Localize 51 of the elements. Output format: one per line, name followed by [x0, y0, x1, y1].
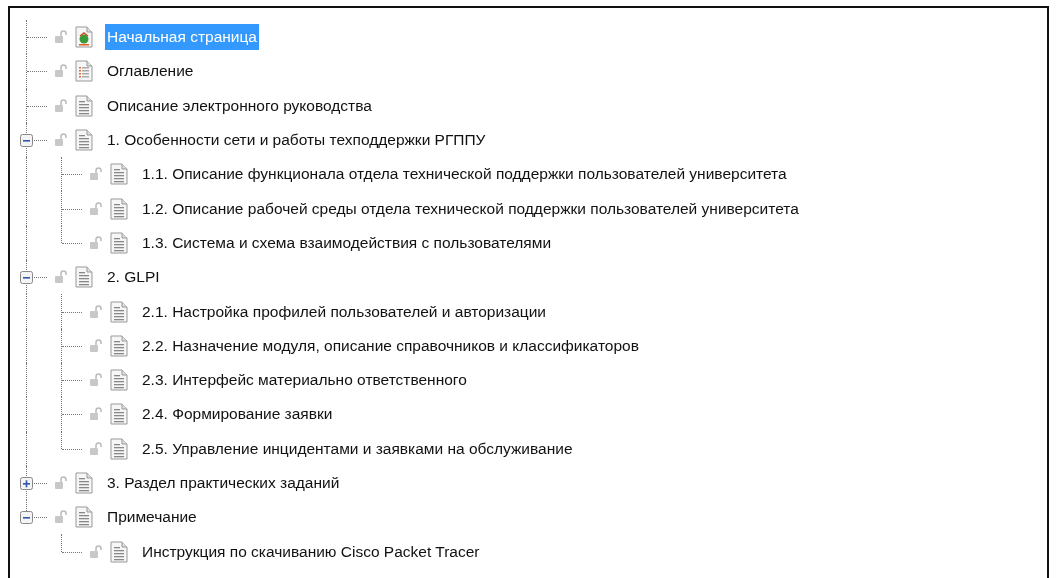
padlock-icon	[54, 510, 68, 525]
tree-item[interactable]: 2.3. Интерфейс материально ответственного	[140, 367, 469, 394]
document-icon	[74, 266, 94, 289]
padlock-icon	[89, 544, 103, 559]
padlock-icon	[54, 30, 68, 45]
tree-item[interactable]: 2.2. Назначение модуля, описание справочников и классификаторов	[140, 332, 641, 359]
padlock-icon	[89, 201, 103, 216]
document-icon	[109, 540, 129, 563]
padlock-icon	[89, 373, 103, 388]
tree-item[interactable]: 1.1. Описание функционала отдела технической поддержки пользователей университета	[140, 161, 789, 188]
tree-item[interactable]: Инструкция по скачиванию Cisco Packet Tracer	[140, 538, 482, 565]
document-icon	[74, 94, 94, 117]
expand-icon[interactable]	[20, 477, 33, 490]
tree-item[interactable]: Описание электронного руководства	[105, 92, 374, 119]
tree-item[interactable]: 1. Особенности сети и работы техподдержки РГППУ	[105, 127, 488, 154]
padlock-icon	[54, 98, 68, 113]
collapse-icon[interactable]	[20, 134, 33, 148]
tree-item[interactable]: 2.5. Управление инцидентами и заявками на обслуживание	[140, 435, 575, 462]
collapse-icon[interactable]	[20, 271, 33, 285]
padlock-icon	[54, 476, 68, 490]
tree-item[interactable]: 2.4. Формирование заявки	[140, 401, 335, 428]
padlock-icon	[89, 304, 103, 319]
collapse-icon[interactable]	[20, 511, 33, 525]
tree-item[interactable]: 1.2. Описание рабочей среды отдела технической поддержки пользователей университета	[140, 195, 801, 222]
document-icon	[74, 506, 94, 529]
contents-page-icon	[74, 60, 94, 83]
padlock-icon	[89, 441, 103, 456]
document-icon	[109, 369, 129, 392]
tree-item[interactable]: 3. Раздел практических заданий	[105, 470, 342, 496]
document-icon	[74, 129, 94, 152]
padlock-icon	[54, 64, 68, 79]
tree-item[interactable]: 2. GLPI	[105, 264, 162, 291]
document-icon	[109, 403, 129, 426]
tree-item[interactable]: Оглавление	[105, 58, 196, 85]
document-icon	[109, 437, 129, 460]
padlock-icon	[89, 407, 103, 422]
tree-item[interactable]: 1.3. Система и схема взаимодействия с пользователями	[140, 229, 554, 256]
tree-item[interactable]: 2.1. Настройка профилей пользователей и авторизации	[140, 298, 548, 325]
document-icon	[109, 231, 129, 254]
padlock-icon	[54, 133, 68, 148]
home-page-icon	[74, 26, 94, 49]
document-icon	[109, 300, 129, 323]
document-icon	[74, 472, 94, 494]
padlock-icon	[89, 338, 103, 353]
padlock-icon	[89, 235, 103, 250]
document-icon	[109, 334, 129, 357]
padlock-icon	[54, 270, 68, 285]
document-icon	[109, 163, 129, 186]
tree-item[interactable]: Примечание	[105, 504, 199, 531]
padlock-icon	[89, 167, 103, 182]
document-icon	[109, 197, 129, 220]
